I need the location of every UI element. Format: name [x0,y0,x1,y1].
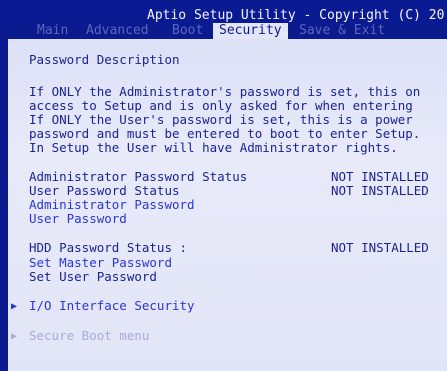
hdd-password-status-label: HDD Password Status : [29,240,188,255]
description-line-2: access to Setup and is only asked for wh… [29,98,413,113]
description-line-5: In Setup the User will have Administrato… [29,140,398,155]
submenu-arrow-icon: ▶ [11,301,18,312]
description-line-1: If ONLY the Administrator's password is … [29,84,421,99]
admin-password-status-label: Administrator Password Status [29,169,248,184]
hdd-password-status-value: NOT INSTALLED [331,240,429,255]
set-user-password-item[interactable]: Set User Password [29,270,157,284]
tab-advanced[interactable]: Advanced [86,23,149,39]
tab-boot[interactable]: Boot [172,23,203,39]
admin-password-status-value: NOT INSTALLED [331,169,429,184]
user-password-item[interactable]: User Password [29,212,127,226]
user-password-status-label: User Password Status [29,183,180,198]
submenu-arrow-icon: ▶ [11,331,18,342]
secure-boot-menu-item[interactable]: Secure Boot menu [29,329,149,343]
tab-save-exit[interactable]: Save & Exit [299,23,385,39]
app-title: Aptio Setup Utility - Copyright (C) 20 [147,8,445,23]
administrator-password-item[interactable]: Administrator Password [29,198,195,212]
section-heading: Password Description [29,52,180,67]
description-line-3: If ONLY the User's password is set, this… [29,112,413,127]
security-page: Password Description If ONLY the Adminis… [8,39,447,371]
tab-security[interactable]: Security [213,23,288,39]
tab-bar: Main Advanced Boot Security Save & Exit [0,23,447,39]
io-interface-security-item[interactable]: I/O Interface Security [29,299,195,313]
set-master-password-item[interactable]: Set Master Password [29,256,172,270]
tab-main[interactable]: Main [37,23,68,39]
user-password-status-value: NOT INSTALLED [331,183,429,198]
description-line-4: password and must be entered to boot to … [29,126,421,141]
